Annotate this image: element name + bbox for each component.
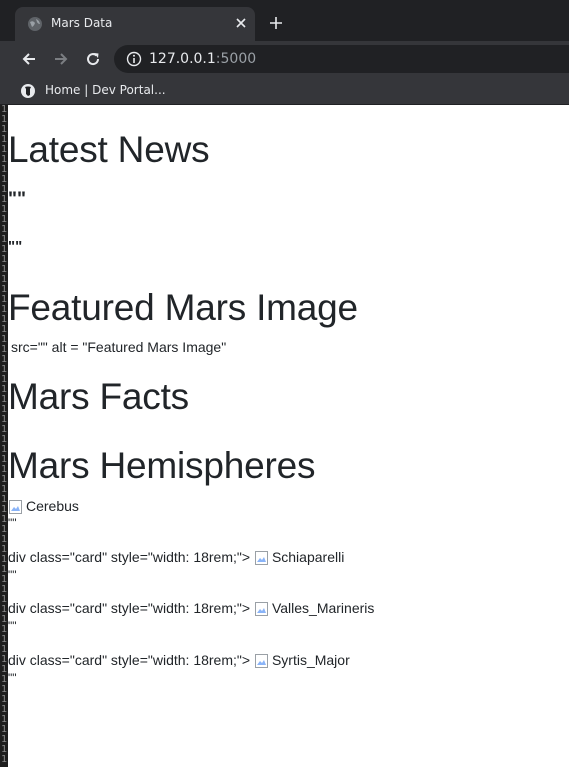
hemisphere-caption: "" <box>8 516 17 530</box>
hemisphere-image-alt: Schiaparelli <box>271 549 345 565</box>
hemisphere-item: div class="card" style="width: 18rem;"> … <box>8 600 374 617</box>
bookmark-home-dev-portal[interactable]: Home | Dev Portal... <box>45 83 166 97</box>
gutter-line-number: 1 <box>1 754 8 765</box>
news-paragraph: "" <box>8 238 23 255</box>
hemisphere-item: div class="card" style="width: 18rem;"> … <box>8 549 344 566</box>
featured-heading: Featured Mars Image <box>8 287 358 328</box>
hemisphere-item: Cerebus <box>8 498 79 515</box>
broken-image-icon <box>254 551 268 566</box>
hemisphere-card-markup: div class="card" style="width: 18rem;"> <box>8 549 251 565</box>
hemisphere-caption: "" <box>8 619 17 633</box>
editor-gutter: 1111111111111111111111111111111111111111… <box>0 105 8 767</box>
broken-image-icon <box>9 500 22 515</box>
hemisphere-caption: "" <box>8 671 17 685</box>
address-bar[interactable]: 127.0.0.1:5000 <box>114 45 569 73</box>
hemisphere-caption: "" <box>8 568 17 582</box>
url-text[interactable]: 127.0.0.1:5000 <box>149 51 256 67</box>
broken-image-icon <box>254 602 268 617</box>
globe-icon <box>28 17 42 31</box>
hemisphere-item: div class="card" style="width: 18rem;"> … <box>8 652 350 669</box>
featured-image-text: src="" alt = "Featured Mars Image" <box>11 339 227 355</box>
info-icon[interactable] <box>126 51 142 67</box>
bookmarks-bar: Home | Dev Portal... <box>0 77 569 105</box>
hemisphere-image-alt: Valles_Marineris <box>271 600 375 616</box>
back-arrow-icon[interactable] <box>20 50 38 68</box>
close-icon[interactable] <box>233 15 249 31</box>
title-bar: Mars Data <box>0 0 569 41</box>
nyt-logo-icon <box>21 84 35 98</box>
browser-tab[interactable]: Mars Data <box>15 7 255 41</box>
forward-arrow-icon[interactable] <box>52 50 70 68</box>
broken-image-icon <box>254 654 268 669</box>
browser-toolbar: 127.0.0.1:5000 <box>0 41 569 77</box>
page-content: Latest News "" "" Featured Mars Image sr… <box>8 110 569 767</box>
tab-title: Mars Data <box>51 16 113 30</box>
hemisphere-card-markup: div class="card" style="width: 18rem;"> <box>8 652 251 668</box>
plus-icon[interactable] <box>268 15 284 31</box>
hemisphere-image-alt: Syrtis_Major <box>271 652 350 668</box>
hemisphere-image-alt: Cerebus <box>26 498 79 514</box>
facts-heading: Mars Facts <box>8 376 189 417</box>
hemisphere-card-markup: div class="card" style="width: 18rem;"> <box>8 600 251 616</box>
hemispheres-heading: Mars Hemispheres <box>8 445 316 486</box>
url-host: 127.0.0.1 <box>149 51 216 67</box>
url-port: :5000 <box>215 51 257 67</box>
reload-icon[interactable] <box>84 50 102 68</box>
news-heading: Latest News <box>8 129 210 170</box>
news-title: "" <box>8 189 27 210</box>
